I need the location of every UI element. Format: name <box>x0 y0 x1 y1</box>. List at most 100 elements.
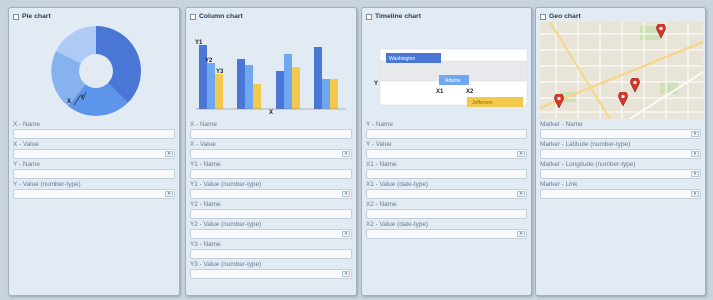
x1-name-input[interactable] <box>366 169 527 179</box>
y3-value-select[interactable]: ▾ <box>190 269 352 279</box>
timeline-fields: Y - Name Y - Value ▾ X1 - Name X1 - Valu… <box>366 120 527 239</box>
y-value-select[interactable]: ▾ <box>366 149 527 159</box>
y1-value-select[interactable]: ▾ <box>190 189 352 199</box>
chevron-down-icon: ▾ <box>165 191 173 197</box>
map-pin-icon[interactable] <box>656 23 666 40</box>
x2-name-input[interactable] <box>366 209 527 219</box>
x-name-input[interactable] <box>13 129 175 139</box>
chevron-down-icon: ▾ <box>517 231 525 237</box>
pie-chart-title: Pie chart <box>22 13 51 20</box>
y3-name-input[interactable] <box>190 249 352 259</box>
chevron-down-icon: ▾ <box>691 151 699 157</box>
y1-name-input[interactable] <box>190 169 352 179</box>
x-name-input[interactable] <box>190 129 352 139</box>
field-label: Y2 - Name <box>190 201 221 208</box>
chevron-down-icon: ▾ <box>342 231 350 237</box>
timeline-chart-graphic <box>379 48 528 107</box>
field-label: Y - Value <box>366 141 392 148</box>
column-chart-title: Column chart <box>199 13 243 20</box>
field-label: Y - Name <box>13 161 40 168</box>
timeline-adams-label: Adams <box>445 78 461 84</box>
chevron-down-icon: ▾ <box>342 151 350 157</box>
column-y1-label: Y1 <box>195 40 203 46</box>
chevron-down-icon: ▾ <box>165 151 173 157</box>
field-label: Y1 - Name <box>190 161 221 168</box>
field-label: X - Value <box>13 141 39 148</box>
column-y3-label: Y3 <box>216 69 224 75</box>
geo-chart-preview <box>539 21 704 120</box>
column-chart-header: Column chart <box>190 12 352 21</box>
chevron-down-icon: ▾ <box>517 151 525 157</box>
x-value-select[interactable]: ▾ <box>190 149 352 159</box>
field-label: Y2 - Value (number-type) <box>190 221 262 228</box>
map-pin-icon[interactable] <box>554 93 564 110</box>
chevron-down-icon: ▾ <box>691 191 699 197</box>
marker-latitude-select[interactable]: ▾ <box>540 149 701 159</box>
timeline-x1-label: X1 <box>436 89 444 95</box>
x1-value-select[interactable]: ▾ <box>366 189 527 199</box>
field-label: X1 - Name <box>366 161 397 168</box>
timeline-chart-checkbox[interactable] <box>366 13 372 20</box>
field-label: Marker - Name <box>540 121 583 128</box>
field-label: X2 - Value (date-type) <box>366 221 429 228</box>
column-x-label: X <box>269 110 274 116</box>
field-label: Y - Name <box>366 121 393 128</box>
marker-longitude-select[interactable]: ▾ <box>540 169 701 179</box>
column-chart-graphic <box>196 45 346 110</box>
column-chart-preview: Y1 Y2 Y3 X <box>190 22 352 119</box>
field-label: X - Name <box>13 121 40 128</box>
pie-x-label: X <box>67 99 72 105</box>
timeline-chart-header: Timeline chart <box>366 12 527 21</box>
map-pin-icon[interactable] <box>630 77 640 94</box>
timeline-washington-label: Washington <box>389 56 416 62</box>
field-label: Y3 - Name <box>190 241 221 248</box>
y-name-input[interactable] <box>366 129 527 139</box>
chevron-down-icon: ▾ <box>517 191 525 197</box>
geo-chart-header: Geo chart <box>540 12 701 21</box>
geo-chart-checkbox[interactable] <box>540 13 546 20</box>
pie-y-label: Y <box>80 95 85 101</box>
x2-value-select[interactable]: ▾ <box>366 229 527 239</box>
chevron-down-icon: ▾ <box>691 171 699 177</box>
field-label: X1 - Value (date-type) <box>366 181 429 188</box>
pie-chart-preview: X Y <box>13 22 175 119</box>
chevron-down-icon: ▾ <box>342 191 350 197</box>
timeline-jefferson-label: Jefferson <box>472 100 493 106</box>
x-value-select[interactable]: ▾ <box>13 149 175 159</box>
timeline-chart-preview: Washington Adams Jefferson Y X1 X2 <box>366 22 528 119</box>
field-label: X - Value <box>190 141 216 148</box>
field-label: X2 - Name <box>366 201 397 208</box>
field-label: Marker - Longitude (number-type) <box>540 161 636 168</box>
column-chart-panel: Column chart Y1 Y2 Y3 X X - Name X - Val… <box>185 7 357 296</box>
chevron-down-icon: ▾ <box>691 131 699 137</box>
column-y2-label: Y2 <box>205 58 213 64</box>
y2-name-input[interactable] <box>190 209 352 219</box>
chevron-down-icon: ▾ <box>342 271 350 277</box>
field-label: Y1 - Value (number-type) <box>190 181 262 188</box>
y2-value-select[interactable]: ▾ <box>190 229 352 239</box>
timeline-y-label: Y <box>374 81 379 87</box>
marker-link-select[interactable]: ▾ <box>540 189 701 199</box>
geo-fields: Marker - Name ▾ Marker - Latitude (numbe… <box>540 120 701 199</box>
field-label: Marker - Latitude (number-type) <box>540 141 631 148</box>
column-fields: X - Name X - Value ▾ Y1 - Name Y1 - Valu… <box>190 120 352 279</box>
pie-chart-header: Pie chart <box>13 12 175 21</box>
field-label: Y3 - Value (number-type) <box>190 261 262 268</box>
pie-chart-checkbox[interactable] <box>13 13 19 20</box>
y-name-input[interactable] <box>13 169 175 179</box>
pie-fields: X - Name X - Value ▾ Y - Name Y - Value … <box>13 120 175 199</box>
y-value-select[interactable]: ▾ <box>13 189 175 199</box>
map-pin-icon[interactable] <box>618 91 628 108</box>
field-label: Marker - Link <box>540 181 578 188</box>
timeline-chart-title: Timeline chart <box>375 13 421 20</box>
field-label: X - Name <box>190 121 217 128</box>
timeline-chart-panel: Timeline chart Washington Adams Jefferso… <box>361 7 532 296</box>
geo-chart-panel: Geo chart Marker - Name ▾ Marker - Latit… <box>535 7 706 296</box>
marker-name-select[interactable]: ▾ <box>540 129 701 139</box>
pie-chart-graphic <box>51 26 141 116</box>
column-chart-checkbox[interactable] <box>190 13 196 20</box>
field-label: Y - Value (number-type) <box>13 181 81 188</box>
pie-chart-panel: Pie chart X Y X - Name X - Value ▾ Y - N… <box>8 7 180 296</box>
timeline-x2-label: X2 <box>466 89 474 95</box>
geo-chart-title: Geo chart <box>549 13 581 20</box>
